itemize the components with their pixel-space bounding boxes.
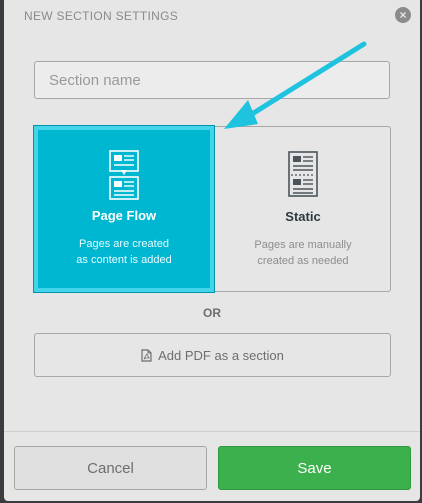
add-pdf-button[interactable]: Add PDF as a section xyxy=(34,333,391,377)
dialog-title: NEW SECTION SETTINGS xyxy=(24,9,179,23)
section-name-input[interactable] xyxy=(34,61,390,99)
option-static[interactable]: Static Pages are manually created as nee… xyxy=(215,127,391,291)
save-button[interactable]: Save xyxy=(218,446,411,490)
add-pdf-button-label: Add PDF as a section xyxy=(158,347,284,363)
section-type-options: Page Flow Pages are created as content i… xyxy=(34,126,391,292)
close-icon[interactable]: × xyxy=(395,7,411,23)
option-page-flow-title: Page Flow xyxy=(91,208,157,223)
new-section-dialog: NEW SECTION SETTINGS × Page Flow Pages a… xyxy=(4,0,420,501)
pdf-file-icon xyxy=(141,348,152,362)
option-page-flow[interactable]: Page Flow Pages are created as content i… xyxy=(34,126,214,292)
or-divider-label: OR xyxy=(203,306,221,320)
option-page-flow-desc: Pages are created as content is added xyxy=(38,236,210,268)
option-page-flow-desc-line1: Pages are created xyxy=(79,238,169,250)
cancel-button[interactable]: Cancel xyxy=(14,446,207,490)
option-page-flow-desc-line2: as content is added xyxy=(76,254,172,266)
option-static-desc-line1: Pages are manually xyxy=(254,239,352,251)
dialog-footer: Cancel Save xyxy=(4,431,420,501)
option-static-desc: Pages are manually created as needed xyxy=(215,237,391,269)
option-static-title: Static xyxy=(285,209,321,224)
option-static-desc-line2: created as needed xyxy=(257,255,349,267)
page-flow-icon xyxy=(109,150,139,200)
static-page-icon xyxy=(288,151,318,197)
